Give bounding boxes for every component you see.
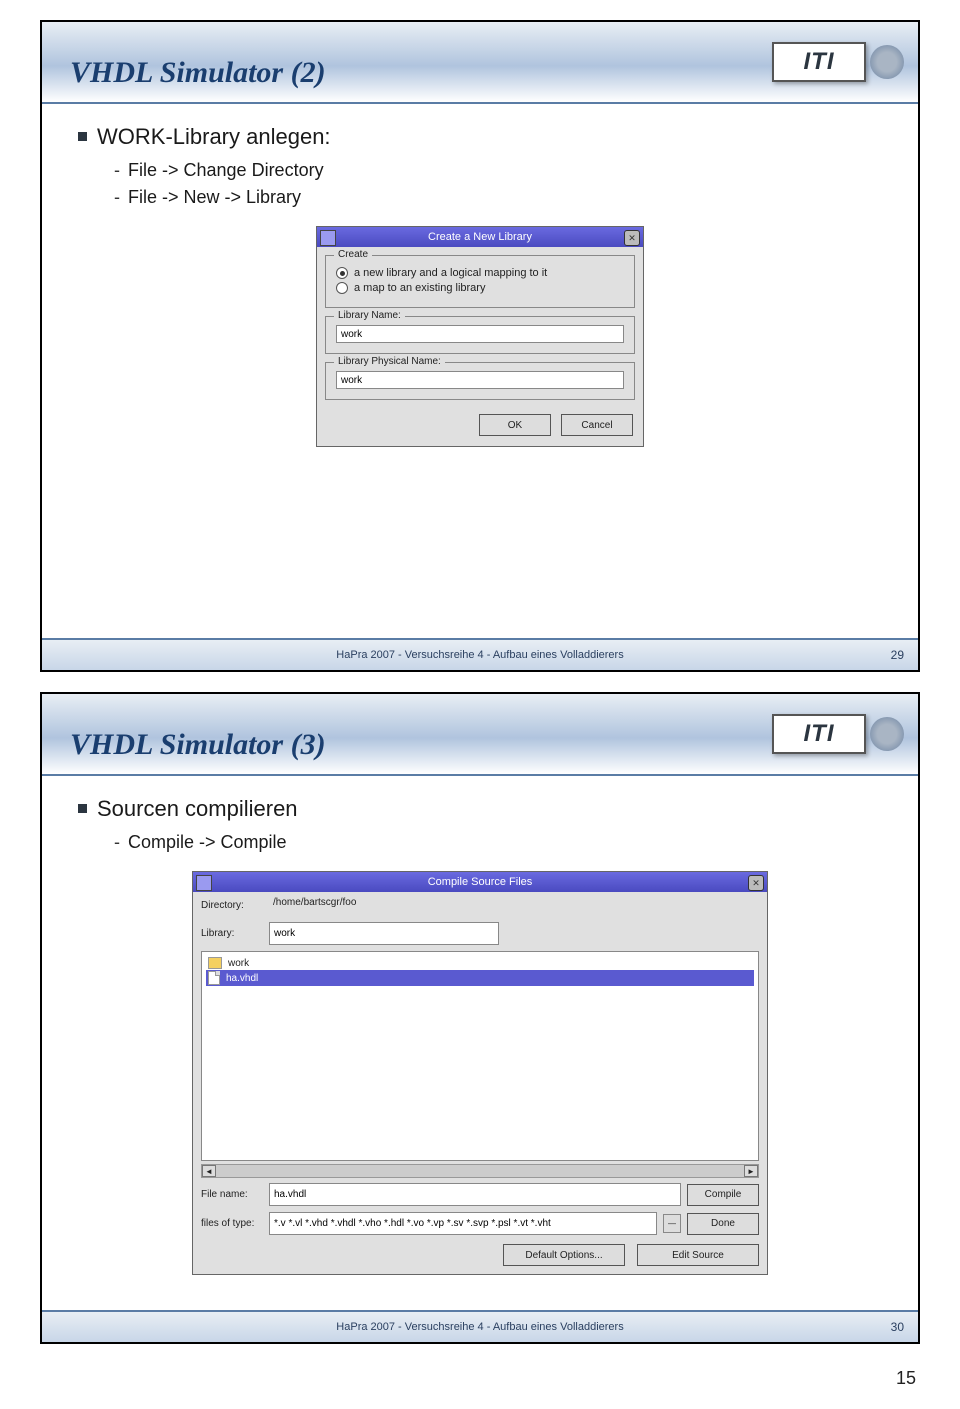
compile-source-dialog: Compile Source Files ✕ Directory: /home/… [192, 871, 768, 1275]
library-input[interactable] [269, 922, 499, 945]
create-library-dialog: Create a New Library ✕ Create a new libr… [316, 226, 644, 447]
radio-icon [336, 282, 348, 294]
library-name-input[interactable] [336, 325, 624, 343]
footer-text: HaPra 2007 - Versuchsreihe 4 - Aufbau ei… [336, 649, 623, 661]
folder-icon [208, 957, 222, 969]
logo-emblem-icon [870, 45, 904, 79]
scroll-left-icon[interactable]: ◄ [202, 1165, 216, 1177]
library-row: Library: [193, 919, 767, 948]
footer-text: HaPra 2007 - Versuchsreihe 4 - Aufbau ei… [336, 1321, 623, 1333]
sub-bullet-1: - File -> Change Directory [114, 160, 882, 181]
edit-source-button[interactable]: Edit Source [637, 1244, 759, 1266]
page-number: 15 [0, 1364, 960, 1409]
bullet: WORK-Library anlegen: [78, 124, 882, 150]
directory-label: Directory: [201, 900, 263, 911]
library-name-group: Library Name: [325, 316, 635, 354]
filename-row: File name: Compile [193, 1180, 767, 1209]
directory-value: /home/bartscgr/foo [269, 895, 497, 916]
square-bullet-icon [78, 132, 87, 141]
horizontal-scrollbar[interactable]: ◄ ► [201, 1164, 759, 1178]
bullet-text: Sourcen compilieren [97, 796, 298, 822]
radio-map-existing[interactable]: a map to an existing library [336, 282, 624, 294]
slide-body: Sourcen compilieren - Compile -> Compile… [42, 776, 918, 1295]
filename-input[interactable] [269, 1183, 681, 1206]
dialog-title: Compile Source Files [428, 876, 533, 888]
file-icon [208, 971, 220, 985]
square-bullet-icon [78, 804, 87, 813]
logo-text: ITI [772, 42, 866, 82]
cancel-button[interactable]: Cancel [561, 414, 633, 436]
close-icon[interactable]: ✕ [624, 230, 640, 246]
dialog-title: Create a New Library [428, 231, 532, 243]
filetype-row: files of type: — Done [193, 1209, 767, 1238]
slide-footer: HaPra 2007 - Versuchsreihe 4 - Aufbau ei… [42, 638, 918, 670]
filename-label: File name: [201, 1189, 263, 1200]
slide-number: 30 [891, 1320, 904, 1334]
slide-number: 29 [891, 648, 904, 662]
dropdown-icon[interactable]: — [663, 1214, 681, 1233]
group-label: Library Physical Name: [334, 356, 445, 367]
sub-bullet-1: - Compile -> Compile [114, 832, 882, 853]
library-label: Library: [201, 928, 263, 939]
create-group: Create a new library and a logical mappi… [325, 255, 635, 308]
iti-logo: ITI [772, 714, 904, 754]
slide-header: VHDL Simulator (3) ITI [42, 694, 918, 776]
slide-29: VHDL Simulator (2) ITI WORK-Library anle… [40, 20, 920, 672]
list-item[interactable]: ha.vhdl [206, 970, 754, 986]
close-icon[interactable]: ✕ [748, 875, 764, 891]
bullet: Sourcen compilieren [78, 796, 882, 822]
group-label: Library Name: [334, 310, 405, 321]
dialog-button-row: OK Cancel [317, 408, 643, 446]
iti-logo: ITI [772, 42, 904, 82]
done-button[interactable]: Done [687, 1213, 759, 1235]
slide-body: WORK-Library anlegen: - File -> Change D… [42, 104, 918, 467]
dash-icon: - [114, 160, 120, 181]
library-phys-input[interactable] [336, 371, 624, 389]
sub-bullet-2: - File -> New -> Library [114, 187, 882, 208]
dialog-titlebar[interactable]: Create a New Library ✕ [317, 227, 643, 247]
bullet-text: WORK-Library anlegen: [97, 124, 331, 150]
ok-button[interactable]: OK [479, 414, 551, 436]
slide-title: VHDL Simulator (2) [70, 56, 326, 90]
window-handle-icon [320, 230, 336, 246]
bottom-button-row: Default Options... Edit Source [193, 1238, 767, 1274]
radio-icon [336, 267, 348, 279]
slide-title: VHDL Simulator (3) [70, 728, 326, 762]
dash-icon: - [114, 832, 120, 853]
logo-text: ITI [772, 714, 866, 754]
compile-button[interactable]: Compile [687, 1184, 759, 1206]
filetype-input[interactable] [269, 1212, 657, 1235]
library-phys-group: Library Physical Name: [325, 362, 635, 400]
radio-new-library[interactable]: a new library and a logical mapping to i… [336, 267, 624, 279]
dash-icon: - [114, 187, 120, 208]
default-options-button[interactable]: Default Options... [503, 1244, 625, 1266]
list-item[interactable]: work [206, 956, 754, 970]
scroll-right-icon[interactable]: ► [744, 1165, 758, 1177]
slide-header: VHDL Simulator (2) ITI [42, 22, 918, 104]
slide-30: VHDL Simulator (3) ITI Sourcen compilier… [40, 692, 920, 1344]
filetype-label: files of type: [201, 1218, 263, 1229]
file-list[interactable]: work ha.vhdl [201, 951, 759, 1161]
directory-row: Directory: /home/bartscgr/foo [193, 892, 767, 919]
logo-emblem-icon [870, 717, 904, 751]
slide-footer: HaPra 2007 - Versuchsreihe 4 - Aufbau ei… [42, 1310, 918, 1342]
window-handle-icon [196, 875, 212, 891]
dialog-titlebar[interactable]: Compile Source Files ✕ [193, 872, 767, 892]
group-label: Create [334, 249, 372, 260]
